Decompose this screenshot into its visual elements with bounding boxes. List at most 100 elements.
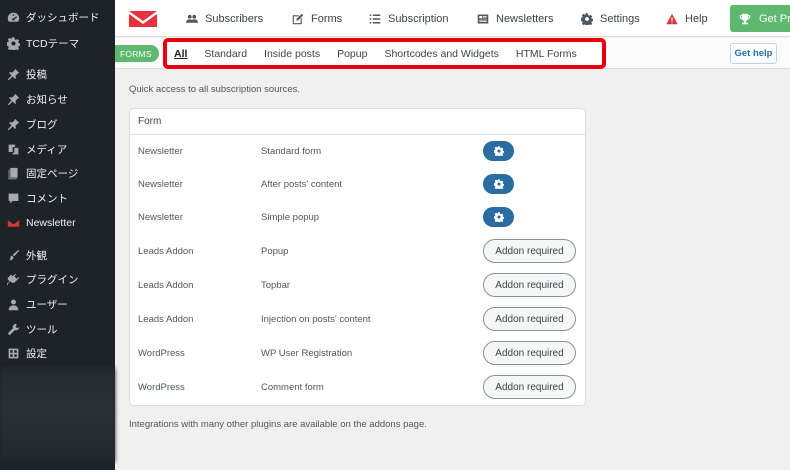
- addon-required-button[interactable]: Addon required: [483, 273, 576, 297]
- tab-standard[interactable]: Standard: [204, 48, 247, 60]
- table-row: Newsletter Standard form: [130, 140, 585, 164]
- gear-icon: [493, 179, 504, 189]
- plugin-icon: [6, 272, 20, 286]
- configure-button[interactable]: [483, 174, 514, 194]
- row-source: Leads Addon: [138, 280, 194, 291]
- row-form-name: Topbar: [261, 280, 291, 291]
- row-source: WordPress: [138, 348, 185, 359]
- tab-shortcodes-widgets[interactable]: Shortcodes and Widgets: [384, 48, 498, 60]
- row-source: Leads Addon: [138, 246, 194, 257]
- nav-label: Subscribers: [205, 12, 264, 25]
- pin-icon: [6, 117, 20, 131]
- sidebar-item-tools[interactable]: ツール: [0, 318, 115, 340]
- sidebar-item-newsletter[interactable]: Newsletter: [0, 212, 115, 234]
- sidebar-item-dashboard[interactable]: ダッシュボード: [0, 6, 115, 28]
- tab-html-forms[interactable]: HTML Forms: [516, 48, 577, 60]
- sidebar-item-tcd-theme[interactable]: TCDテーマ: [0, 32, 115, 54]
- nav-settings[interactable]: Settings: [581, 0, 640, 37]
- sidebar-blurred-area: [0, 368, 115, 462]
- tab-popup[interactable]: Popup: [337, 48, 367, 60]
- tab-inside-posts[interactable]: Inside posts: [264, 48, 320, 60]
- table-row: WordPress Comment form Addon required: [130, 375, 585, 400]
- users-icon: [186, 14, 198, 23]
- row-source: Newsletter: [138, 146, 183, 157]
- settings-icon: [6, 346, 20, 360]
- configure-button[interactable]: [483, 207, 514, 227]
- sidebar-item-label: プラグイン: [26, 273, 79, 286]
- forms-badge: FORMS: [115, 45, 159, 62]
- newspaper-icon: [477, 14, 489, 23]
- row-source: WordPress: [138, 382, 185, 393]
- sidebar-item-label: 外観: [26, 249, 47, 262]
- pin-icon: [6, 67, 20, 81]
- addon-required-button[interactable]: Addon required: [483, 341, 576, 365]
- row-form-name: WP User Registration: [261, 348, 353, 359]
- nav-subscription[interactable]: Subscription: [369, 0, 449, 37]
- wrench-icon: [6, 322, 20, 336]
- sidebar-item-label: コメント: [26, 192, 68, 205]
- nav-label: Help: [685, 12, 708, 25]
- nav-forms[interactable]: Forms: [292, 0, 342, 37]
- get-pro-label: Get Pro: [759, 12, 790, 25]
- nav-label: Newsletters: [496, 12, 554, 25]
- tab-all[interactable]: All: [174, 48, 187, 60]
- addon-required-button[interactable]: Addon required: [483, 375, 576, 399]
- table-row: Leads Addon Injection on posts' content …: [130, 307, 585, 332]
- sidebar-item-media[interactable]: メディア: [0, 138, 115, 160]
- brush-icon: [6, 248, 20, 262]
- newsletter-icon: [6, 216, 20, 230]
- row-form-name: Popup: [261, 246, 289, 257]
- row-source: Newsletter: [138, 179, 183, 190]
- sidebar-item-settings[interactable]: 設定: [0, 342, 115, 364]
- gear-icon: [493, 146, 504, 156]
- nav-label: Settings: [600, 12, 640, 25]
- admin-sidebar: ダッシュボード TCDテーマ 投稿 お知らせ ブログ メディア 固定ページ コメ…: [0, 0, 115, 470]
- edit-icon: [292, 13, 304, 24]
- sidebar-item-label: お知らせ: [26, 93, 68, 106]
- sidebar-item-label: メディア: [26, 143, 68, 156]
- user-icon: [6, 297, 20, 311]
- table-row: Newsletter After posts' content: [130, 173, 585, 197]
- newsletter-logo-icon: [129, 11, 157, 27]
- comment-icon: [6, 191, 20, 205]
- sidebar-item-label: ブログ: [26, 118, 58, 131]
- nav-label: Subscription: [388, 12, 449, 25]
- get-help-button[interactable]: Get help: [730, 43, 777, 64]
- row-source: Leads Addon: [138, 314, 194, 325]
- sidebar-item-users[interactable]: ユーザー: [0, 293, 115, 315]
- table-row: WordPress WP User Registration Addon req…: [130, 341, 585, 366]
- sidebar-item-blog[interactable]: ブログ: [0, 113, 115, 135]
- nav-help[interactable]: Help: [666, 0, 708, 37]
- addon-required-button[interactable]: Addon required: [483, 239, 576, 263]
- table-row: Leads Addon Popup Addon required: [130, 239, 585, 264]
- addon-required-button[interactable]: Addon required: [483, 307, 576, 331]
- cog-icon: [581, 12, 593, 25]
- sidebar-item-label: 固定ページ: [26, 167, 79, 180]
- get-pro-button[interactable]: Get Pro: [730, 5, 790, 32]
- forms-tabs-highlight: All Standard Inside posts Popup Shortcod…: [163, 38, 606, 69]
- sidebar-item-label: 投稿: [26, 68, 47, 81]
- forms-table: Form Newsletter Standard form Newsletter…: [129, 108, 586, 406]
- sidebar-item-appearance[interactable]: 外観: [0, 244, 115, 266]
- row-source: Newsletter: [138, 212, 183, 223]
- table-header: Form: [130, 109, 585, 135]
- gear-icon: [493, 212, 504, 222]
- plugin-top-nav: Subscribers Forms Subscription Newslette…: [115, 0, 790, 37]
- sidebar-item-comments[interactable]: コメント: [0, 187, 115, 209]
- sidebar-item-pages[interactable]: 固定ページ: [0, 162, 115, 184]
- trophy-icon: [739, 13, 751, 24]
- integrations-note: Integrations with many other plugins are…: [129, 419, 427, 430]
- list-icon: [369, 14, 381, 23]
- nav-newsletters[interactable]: Newsletters: [477, 0, 553, 37]
- sidebar-item-posts[interactable]: 投稿: [0, 63, 115, 85]
- sidebar-item-plugins[interactable]: プラグイン: [0, 268, 115, 290]
- configure-button[interactable]: [483, 141, 514, 161]
- row-form-name: Comment form: [261, 382, 324, 393]
- intro-text: Quick access to all subscription sources…: [129, 84, 301, 95]
- row-form-name: Injection on posts' content: [261, 314, 371, 325]
- row-form-name: After posts' content: [261, 179, 343, 190]
- forms-sub-nav: FORMS All Standard Inside posts Popup Sh…: [115, 38, 790, 69]
- sidebar-item-label: ダッシュボード: [26, 11, 100, 24]
- sidebar-item-news[interactable]: お知らせ: [0, 88, 115, 110]
- nav-subscribers[interactable]: Subscribers: [186, 0, 263, 37]
